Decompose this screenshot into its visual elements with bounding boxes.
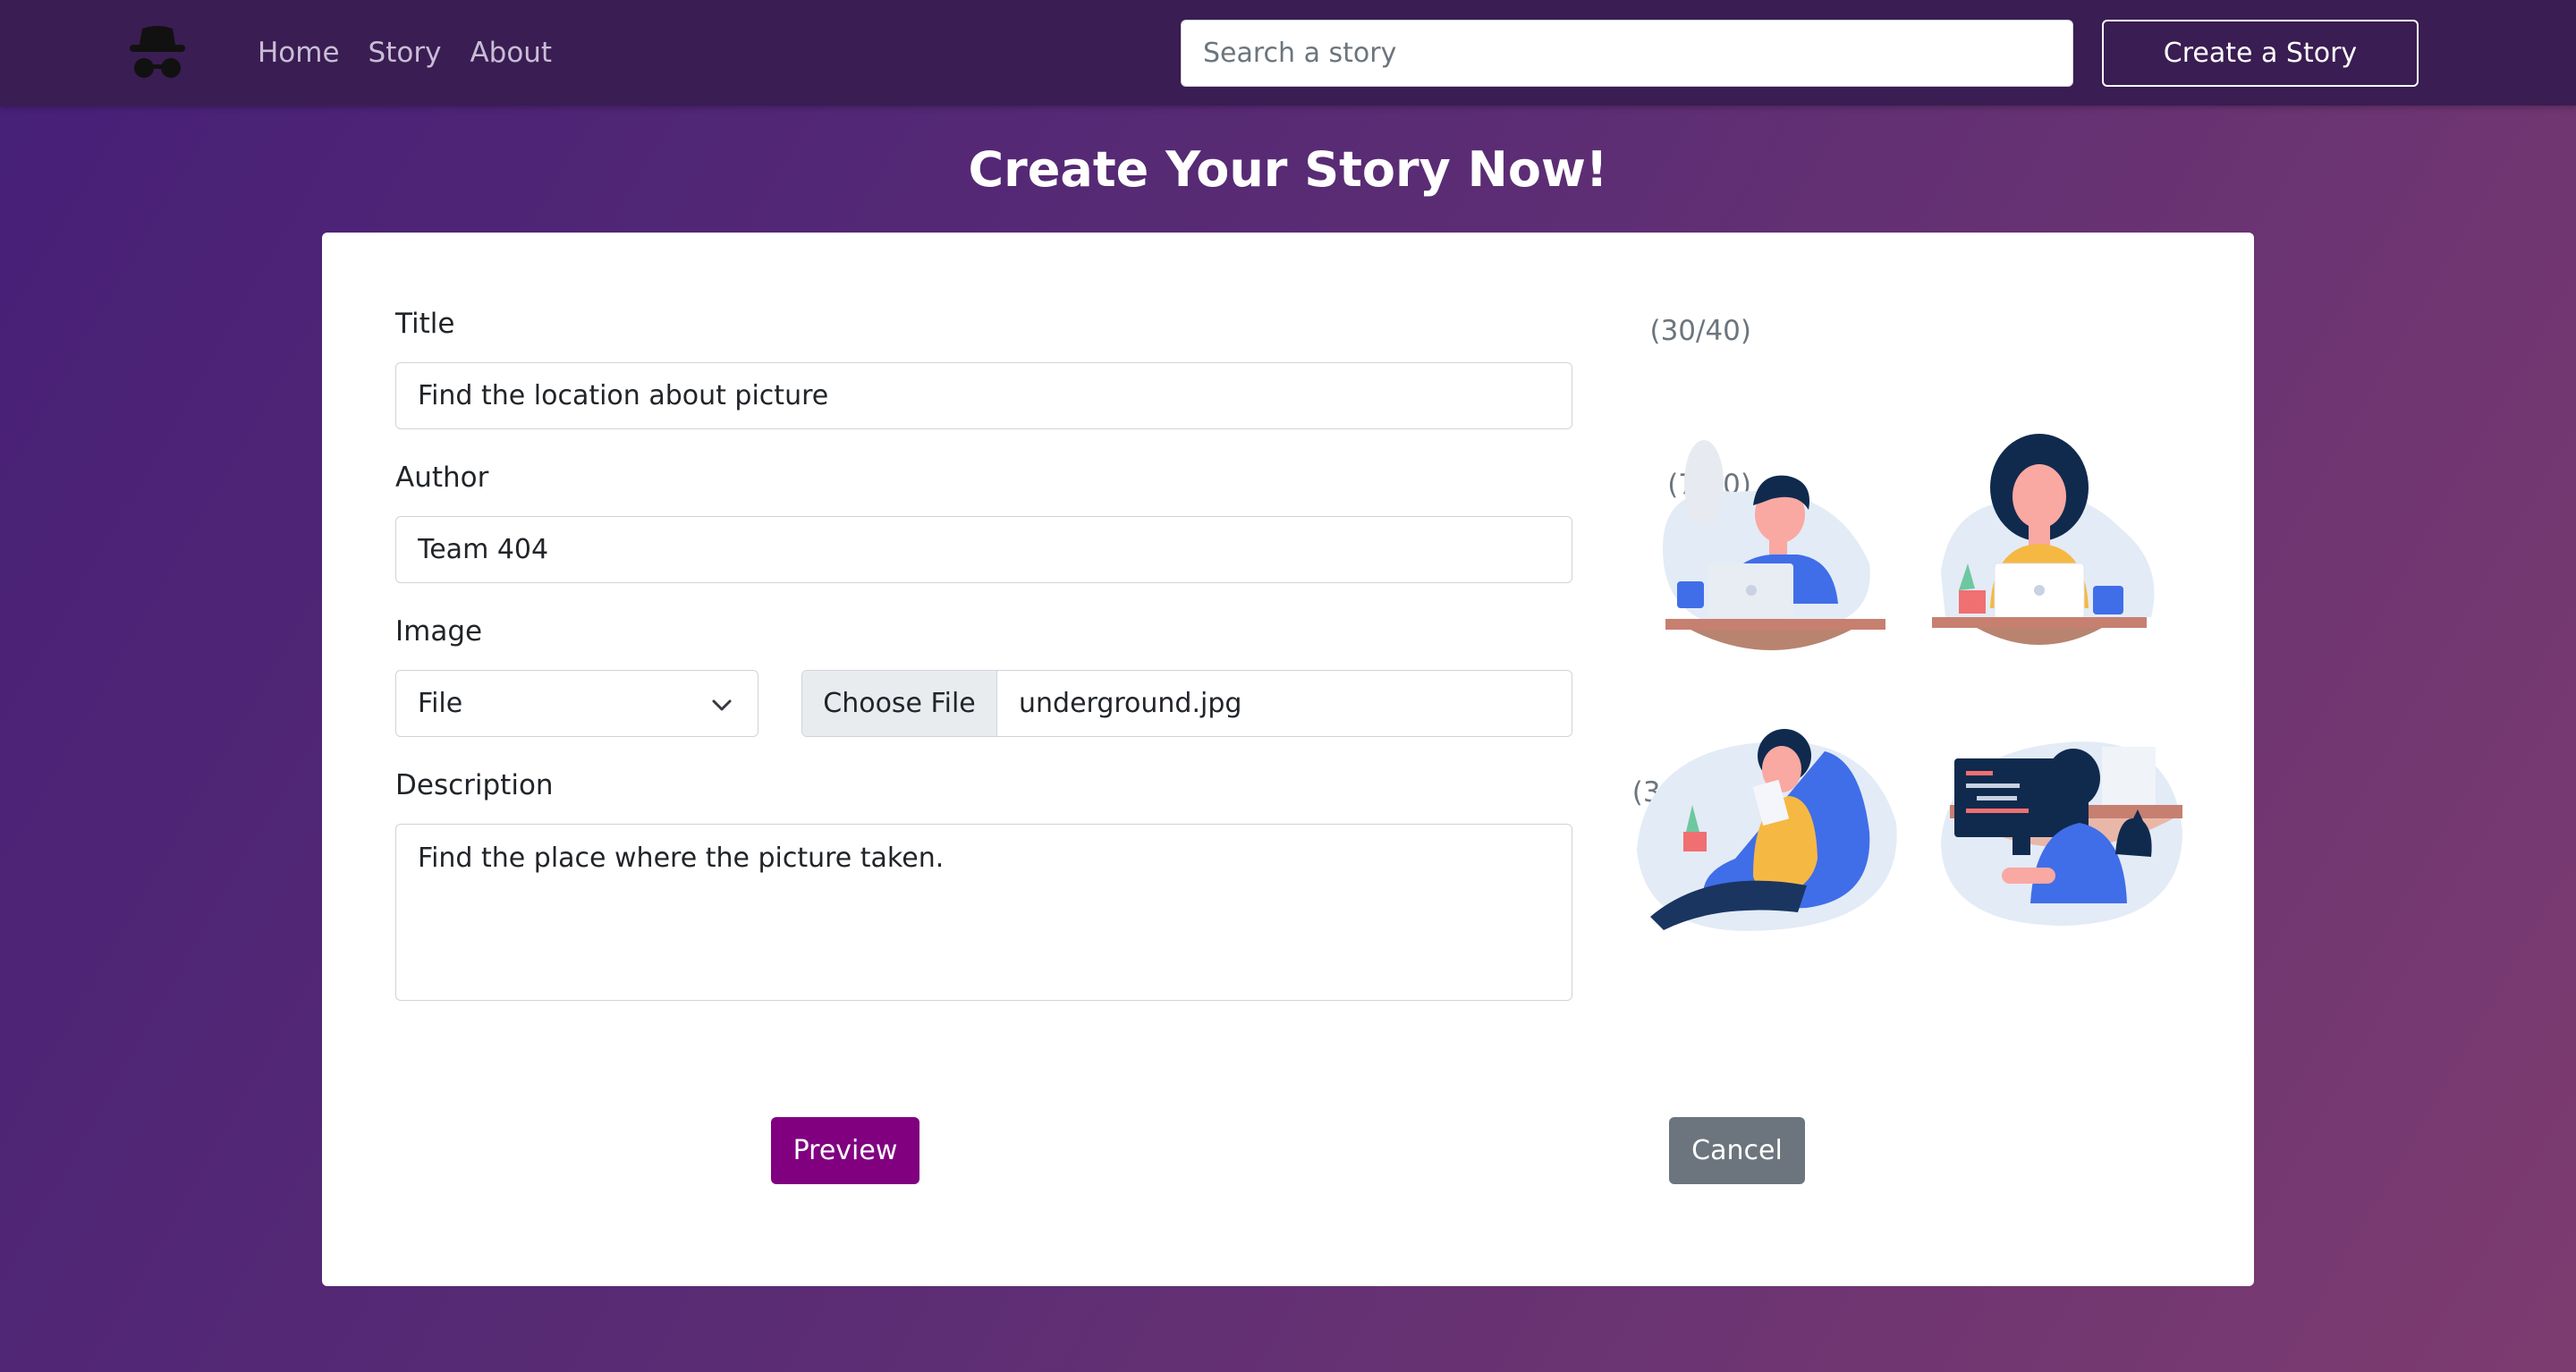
description-textarea[interactable]: Find the place where the picture taken. [395, 824, 1572, 1001]
page-title: Create Your Story Now! [968, 141, 1608, 198]
title-counter: (30/40) [1649, 315, 1751, 347]
illustration-woman-reading [1637, 729, 1897, 931]
choose-file-button[interactable]: Choose File [802, 671, 997, 736]
author-label: Author [395, 462, 489, 494]
story-form-card: Title (30/40) Author (7/20) Image File C… [322, 233, 2254, 1286]
nav-link-about[interactable]: About [470, 37, 552, 69]
nav-link-story[interactable]: Story [369, 37, 442, 69]
description-label: Description [395, 769, 554, 801]
title-label: Title [395, 308, 455, 340]
title-input[interactable] [395, 362, 1572, 429]
navbar: Home Story About Create a Story [0, 0, 2576, 106]
search-input[interactable] [1181, 20, 2073, 87]
image-label: Image [395, 615, 483, 648]
chevron-down-icon [712, 699, 732, 711]
create-story-button[interactable]: Create a Story [2102, 20, 2419, 87]
cancel-button[interactable]: Cancel [1669, 1117, 1805, 1184]
nav-link-home[interactable]: Home [258, 37, 340, 69]
image-source-value: File [418, 688, 463, 719]
image-file-input[interactable]: Choose File underground.jpg [801, 670, 1572, 737]
file-name: underground.jpg [1019, 688, 1242, 719]
illustration-woman-laptop [1932, 434, 2155, 645]
image-source-select[interactable]: File [395, 670, 758, 737]
incognito-spy-icon[interactable] [128, 23, 187, 82]
author-input[interactable] [395, 516, 1572, 583]
preview-button[interactable]: Preview [771, 1117, 919, 1184]
illustration-coder-monitor [1941, 741, 2182, 926]
nav-links: Home Story About [258, 0, 552, 106]
illustration-man-laptop [1663, 440, 1885, 650]
